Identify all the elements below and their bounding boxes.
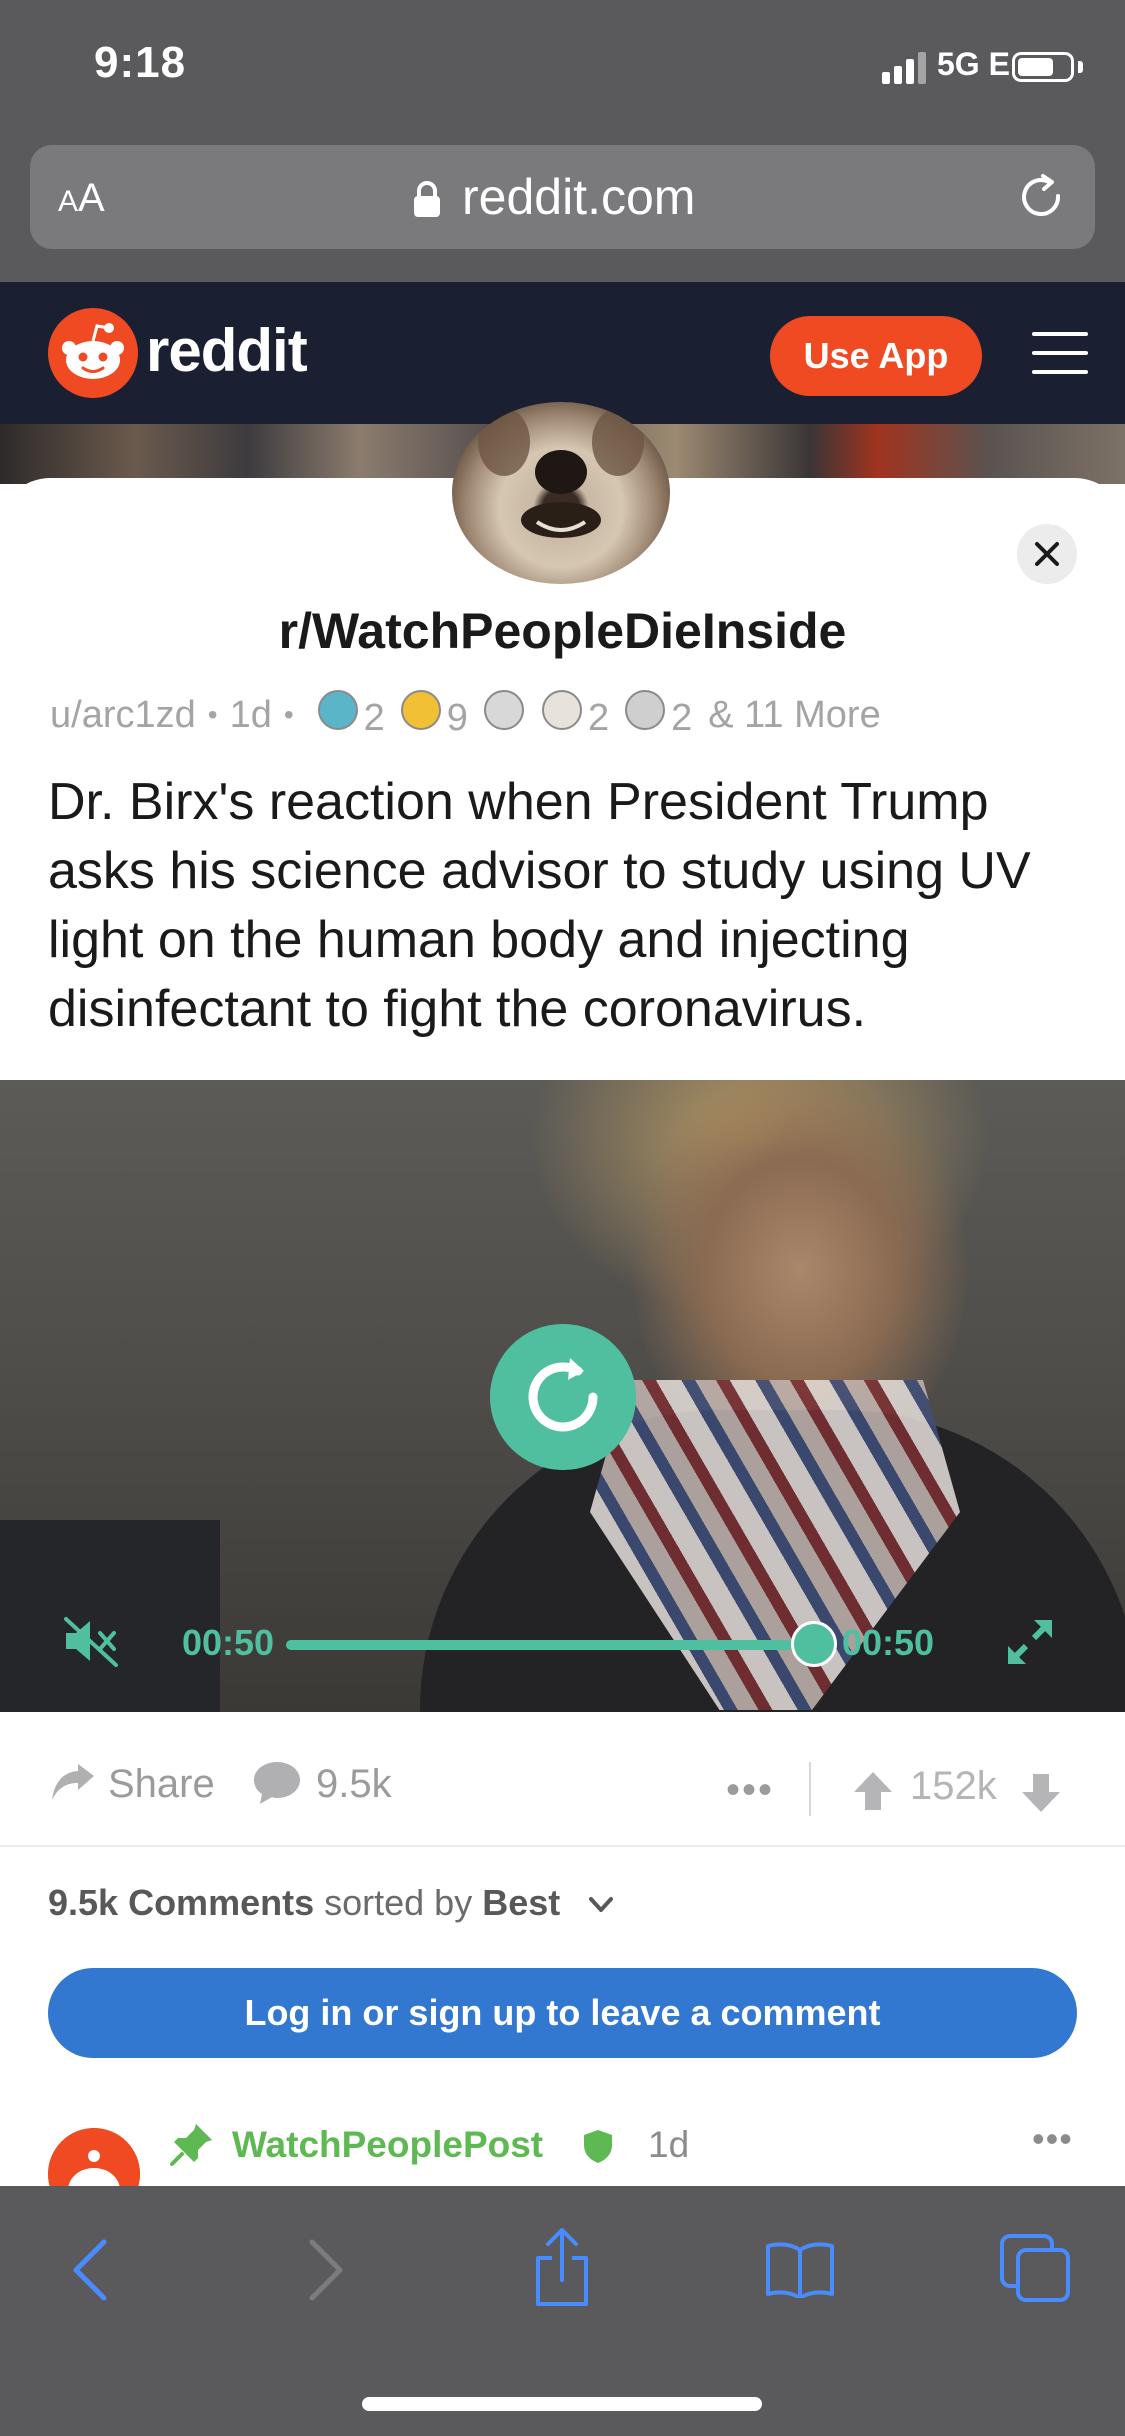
status-time: 9:18 — [94, 38, 187, 87]
share-button[interactable]: Share — [108, 1762, 215, 1807]
comment-age: 1d — [648, 2124, 690, 2165]
separator-dot: • — [283, 699, 294, 730]
sorted-by-label: sorted by — [324, 1882, 473, 1923]
downvote-arrow-icon[interactable] — [1020, 1772, 1062, 1814]
battery-icon — [1012, 52, 1074, 82]
network-type: 5G E — [937, 46, 1010, 82]
text-size-small-label: A — [58, 185, 79, 218]
tabs-icon[interactable] — [998, 2232, 1072, 2304]
text-size-large-label: A — [78, 176, 105, 220]
dog-face-icon — [478, 408, 644, 538]
upvote-arrow-icon[interactable] — [852, 1770, 894, 1812]
battery-level — [1018, 58, 1053, 76]
more-awards[interactable]: & 11 More — [708, 694, 880, 737]
reddit-logo-icon[interactable] — [48, 308, 138, 398]
video-progress-bar[interactable] — [286, 1640, 814, 1650]
video-elapsed-time: 00:50 — [182, 1622, 275, 1663]
award-count: 2 — [587, 697, 610, 739]
award-gold-icon — [400, 690, 441, 730]
login-to-comment-button[interactable]: Log in or sign up to leave a comment — [48, 1968, 1077, 2058]
close-icon[interactable] — [1017, 524, 1077, 584]
battery-tip — [1078, 61, 1083, 73]
award-skeleton-icon — [483, 690, 524, 730]
comments-sort-bar[interactable]: 9.5k Comments sorted by Best — [48, 1882, 614, 1924]
url-text[interactable]: reddit.com — [462, 168, 695, 226]
subreddit-name[interactable]: r/WatchPeopleDieInside — [0, 602, 1125, 660]
back-arrow-icon[interactable] — [70, 2238, 110, 2302]
fullscreen-icon[interactable] — [1004, 1616, 1056, 1668]
moderator-shield-icon — [584, 2130, 612, 2163]
vote-count: 152k — [910, 1764, 997, 1808]
post-meta: u/arc1zd • 1d • 2 9 2 2 & 11 More — [50, 690, 881, 740]
post-author[interactable]: u/arc1zd — [50, 694, 196, 737]
award-platinum-icon — [317, 690, 358, 730]
comments-count-label: 9.5k Comments — [48, 1882, 315, 1923]
forward-arrow-icon[interactable] — [306, 2238, 346, 2302]
sort-value[interactable]: Best — [482, 1882, 560, 1923]
comment-count[interactable]: 9.5k — [316, 1762, 392, 1807]
awards-list[interactable]: 2 9 2 2 — [306, 690, 697, 740]
comment-bubble-icon[interactable] — [252, 1760, 302, 1806]
reload-icon[interactable] — [1016, 172, 1068, 224]
hamburger-menu-icon[interactable] — [1030, 328, 1090, 378]
post-more-options[interactable]: ••• — [726, 1768, 774, 1813]
home-indicator[interactable] — [362, 2397, 762, 2411]
share-arrow-icon[interactable] — [50, 1762, 96, 1802]
video-scrubber-handle[interactable] — [791, 1621, 837, 1667]
muted-speaker-icon[interactable] — [62, 1615, 120, 1667]
award-count: 2 — [671, 697, 693, 739]
post-age: 1d — [229, 693, 272, 736]
video-duration: 00:50 — [842, 1622, 935, 1663]
award-skull-icon — [625, 690, 666, 730]
cellular-signal-icon — [882, 52, 926, 84]
pin-icon — [170, 2124, 212, 2166]
lock-icon — [414, 181, 440, 217]
text-size-button[interactable]: AA — [58, 176, 105, 221]
share-sheet-icon[interactable] — [530, 2228, 594, 2308]
use-app-button[interactable]: Use App — [770, 316, 982, 396]
bookmarks-icon[interactable] — [765, 2240, 835, 2298]
award-goat-icon — [541, 690, 582, 730]
award-count: 9 — [446, 697, 468, 739]
reddit-wordmark[interactable]: reddit — [146, 316, 308, 385]
replay-icon[interactable] — [490, 1324, 636, 1470]
vote-divider — [809, 1762, 811, 1816]
separator-dot: • — [207, 699, 218, 730]
subreddit-avatar[interactable] — [452, 402, 670, 584]
post-title[interactable]: Dr. Birx's reaction when President Trump… — [48, 768, 1088, 1044]
award-count: 2 — [363, 697, 385, 739]
comment-username[interactable]: WatchPeoplePost — [232, 2124, 543, 2166]
chevron-down-icon[interactable] — [588, 1896, 614, 1914]
comment-more-options[interactable]: ••• — [1032, 2118, 1073, 2160]
